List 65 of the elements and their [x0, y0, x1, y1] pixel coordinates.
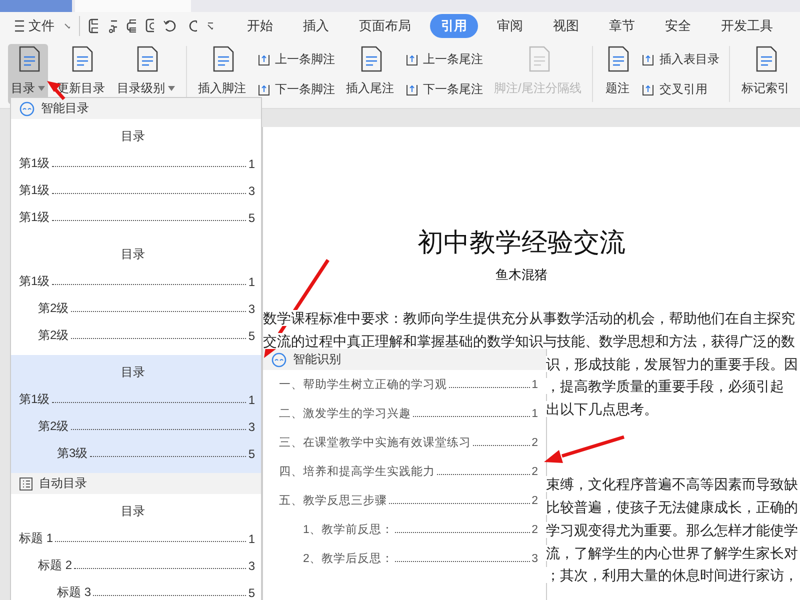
menu-icon[interactable] [14, 19, 24, 33]
toc-entry: 第2级 3 [37, 300, 255, 318]
list-icon [19, 476, 33, 490]
smart-icon [271, 352, 287, 368]
note-icon [257, 82, 271, 96]
ribbon-button[interactable]: 上一条尾注 [403, 50, 485, 68]
chevron-icon[interactable] [64, 22, 70, 30]
toc-heading: 目录 [120, 364, 146, 381]
undo-icon[interactable] [163, 18, 178, 34]
section-title: 智能识别 [293, 351, 341, 368]
toc-entry: 标题 2 3 [37, 557, 255, 574]
toc-entry: 第3级 5 [56, 445, 255, 462]
ribbon-button[interactable]: 插入表目录 [639, 50, 722, 68]
toc-heading: 目录 [120, 503, 146, 520]
note-icon [405, 52, 419, 66]
toc-preview[interactable]: 目录 第1级 1 第2级 3 第2级 5 [11, 237, 261, 355]
toc-entry: 标题 1 1 [18, 530, 255, 548]
toc-preview[interactable]: 目录 第1级 1 第2级 3 第3级 5 [11, 355, 261, 473]
toc-heading: 目录 [120, 128, 146, 145]
toc-entry: 第1级 1 [18, 155, 255, 172]
caret-icon [168, 86, 175, 91]
ribbon-button[interactable]: 上一条脚注 [255, 50, 337, 68]
ribbon-button[interactable]: 插入尾注 [343, 44, 397, 104]
toc-entry: 第2级 3 [37, 418, 255, 436]
ribbon-tab[interactable]: 插入 [292, 14, 340, 38]
ribbon-tab[interactable]: 视图 [542, 14, 590, 38]
toc-entry[interactable]: 1、教学前反思： 2 [263, 515, 546, 544]
toc-entry[interactable]: 2、教学后反思： 3 [263, 544, 546, 573]
caret-icon [38, 86, 45, 91]
document-title: 初中教学经验交流 [418, 227, 626, 257]
section-title: 自动目录 [39, 475, 87, 492]
ribbon-button[interactable]: 目录级别 [114, 44, 178, 104]
ribbon-tab[interactable]: 开始 [236, 14, 284, 38]
ribbon-tab[interactable]: 开发工具 [710, 14, 784, 38]
smart-icon [19, 100, 35, 116]
document-author: 鱼木混猪 [496, 267, 548, 282]
toc-preview[interactable]: 目录 标题 1 1 标题 2 3 标题 3 5 [11, 494, 261, 600]
toc-entry[interactable]: 三、在课堂教学中实施有效课堂练习 2 [263, 428, 546, 457]
ribbon-tab[interactable]: 章节 [598, 14, 646, 38]
toc-heading: 目录 [120, 246, 146, 263]
ribbon-tab[interactable]: 审阅 [486, 14, 534, 38]
ribbon-button[interactable]: 题注 [601, 44, 634, 104]
toc-entry: 标题 3 5 [56, 584, 255, 600]
note-icon [641, 52, 656, 66]
ribbon-button[interactable]: 下一条尾注 [403, 80, 485, 98]
ribbon-button[interactable]: 插入脚注 [195, 44, 249, 104]
toc-entry: 第1级 1 [18, 273, 255, 290]
toc-entry[interactable]: 五、教学反思三步骤 2 [263, 486, 546, 515]
note-icon [405, 82, 419, 96]
toc-entry: 第1级 3 [18, 182, 255, 200]
toc-entry[interactable]: 一、帮助学生树立正确的学习观 1 [263, 370, 546, 399]
ribbon-button[interactable]: 标记索引 [738, 44, 792, 104]
toc-entry: 第2级 5 [37, 327, 255, 344]
toc-preview[interactable]: 目录 第1级 1 第1级 3 第1级 5 [11, 119, 261, 237]
note-icon [257, 52, 271, 66]
toc-entry[interactable]: 二、激发学生的学习兴趣 1 [263, 399, 546, 428]
ribbon-tab[interactable]: 页面布局 [348, 14, 422, 38]
toc-entry: 第1级 5 [18, 209, 255, 226]
file-menu[interactable]: 文件 [28, 17, 55, 35]
ribbon-tab[interactable]: 安全 [654, 14, 702, 38]
ribbon-button[interactable]: 交叉引用 [639, 80, 722, 98]
note-icon [641, 82, 656, 96]
ribbon-button[interactable]: 下一条脚注 [255, 80, 337, 98]
toc-entry[interactable]: 四、培养和提高学生实践能力 2 [263, 457, 546, 486]
toc-entry: 第1级 1 [18, 391, 255, 408]
